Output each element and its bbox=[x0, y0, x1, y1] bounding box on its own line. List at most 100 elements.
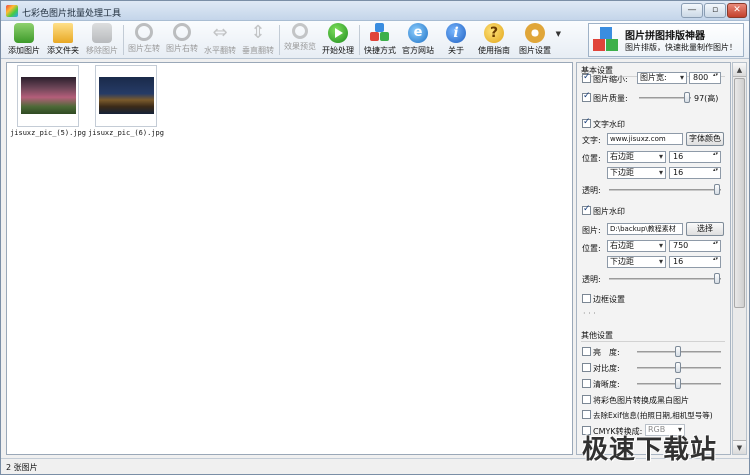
group-divider bbox=[581, 341, 725, 342]
sharpness-slider-handle[interactable] bbox=[675, 378, 681, 389]
scroll-up-icon[interactable]: ▲ bbox=[733, 63, 746, 77]
quality-label: 图片质量: bbox=[593, 94, 628, 103]
watermark-text-input[interactable]: www.jisuxz.com bbox=[607, 133, 683, 145]
brightness-slider-handle[interactable] bbox=[675, 346, 681, 357]
add-image-icon bbox=[14, 23, 34, 43]
image-watermark-checkbox[interactable] bbox=[582, 204, 591, 215]
flip-vertical-button[interactable]: 垂直翻转 bbox=[239, 22, 277, 58]
play-icon bbox=[328, 23, 348, 43]
shortcut-button[interactable]: 快捷方式 bbox=[361, 22, 399, 58]
promo-banner[interactable]: 图片拼图排版神器 图片排版，快速批量制作图片！ bbox=[588, 23, 744, 57]
text-watermark-title: 文字水印 bbox=[593, 120, 625, 129]
add-folder-button[interactable]: 添文件夹 bbox=[44, 22, 82, 58]
image-preview bbox=[99, 77, 154, 114]
select-image-button[interactable]: 选择 bbox=[686, 222, 724, 236]
font-color-button[interactable]: 字体颜色 bbox=[686, 132, 724, 146]
grayscale-label: 将彩色图片转换成黑白图片 bbox=[593, 396, 689, 405]
image-filename: jisuxz_pic_(6).jpg bbox=[88, 129, 164, 137]
website-button[interactable]: e 官方网站 bbox=[399, 22, 437, 58]
flip-horizontal-button[interactable]: 水平翻转 bbox=[201, 22, 239, 58]
website-label: 官方网站 bbox=[402, 46, 434, 55]
brightness-checkbox[interactable] bbox=[582, 347, 591, 356]
title-bar: 七彩色图片批量处理工具 — ▫ ✕ bbox=[1, 1, 749, 21]
flip-horizontal-icon bbox=[210, 23, 230, 43]
panel-scrollbar[interactable]: ▲ ▼ bbox=[732, 62, 747, 455]
rotate-left-label: 图片左转 bbox=[128, 44, 160, 53]
image-list[interactable]: jisuxz_pic_(5).jpg jisuxz_pic_(6).jpg bbox=[6, 62, 573, 455]
window-title: 七彩色图片批量处理工具 bbox=[22, 9, 122, 19]
image-v-anchor-select[interactable]: 下边距 bbox=[607, 256, 666, 268]
start-process-button[interactable]: 开始处理 bbox=[319, 22, 357, 58]
minimize-button[interactable]: — bbox=[681, 3, 703, 18]
text-label: 文字: bbox=[582, 136, 601, 145]
brightness-label: 亮 度: bbox=[593, 348, 620, 357]
image-thumbnail[interactable] bbox=[95, 65, 157, 127]
image-count-status: 2 张图片 bbox=[6, 463, 38, 472]
contrast-checkbox[interactable] bbox=[582, 363, 591, 372]
shortcut-label: 快捷方式 bbox=[364, 46, 396, 55]
text-h-anchor-select[interactable]: 右边距 bbox=[607, 151, 666, 163]
text-v-offset-input[interactable]: 16 bbox=[669, 167, 721, 179]
image-thumbnail[interactable] bbox=[17, 65, 79, 127]
rotate-right-button[interactable]: 图片右转 bbox=[163, 22, 201, 58]
border-checkbox[interactable] bbox=[582, 294, 591, 303]
info-icon: i bbox=[446, 23, 466, 43]
contrast-label: 对比度: bbox=[593, 364, 620, 373]
quality-checkbox[interactable] bbox=[582, 91, 591, 102]
text-v-anchor-select[interactable]: 下边距 bbox=[607, 167, 666, 179]
contrast-slider-handle[interactable] bbox=[675, 362, 681, 373]
scrollbar-thumb[interactable] bbox=[734, 78, 745, 308]
image-v-offset-input[interactable]: 16 bbox=[669, 256, 721, 268]
effect-preview-button[interactable]: 效果预览 bbox=[281, 22, 319, 58]
magnifier-icon bbox=[292, 23, 308, 39]
rotate-left-button[interactable]: 图片左转 bbox=[125, 22, 163, 58]
resize-checkbox[interactable] bbox=[582, 72, 591, 83]
guide-button[interactable]: ? 使用指南 bbox=[475, 22, 513, 58]
image-label: 图片: bbox=[582, 226, 601, 235]
effect-preview-label: 效果预览 bbox=[284, 42, 316, 51]
image-opacity-slider[interactable] bbox=[609, 278, 721, 280]
remove-image-icon bbox=[92, 23, 112, 43]
opacity-label: 透明: bbox=[582, 275, 601, 284]
watermark-image-path-input[interactable]: D:\backup\教程素材 bbox=[607, 223, 683, 235]
text-watermark-checkbox[interactable] bbox=[582, 117, 591, 128]
resize-label: 图片缩小: bbox=[593, 75, 628, 84]
remove-exif-checkbox[interactable] bbox=[582, 410, 591, 419]
image-h-anchor-select[interactable]: 右边距 bbox=[607, 240, 666, 252]
text-opacity-slider[interactable] bbox=[609, 189, 721, 191]
resize-mode-select[interactable]: 图片宽: bbox=[637, 72, 687, 84]
position-label: 位置: bbox=[582, 154, 601, 163]
flip-vertical-icon bbox=[248, 23, 268, 43]
folder-add-icon bbox=[53, 23, 73, 43]
scroll-down-icon[interactable]: ▼ bbox=[733, 440, 746, 454]
rotate-left-icon bbox=[135, 23, 153, 41]
flip-vertical-label: 垂直翻转 bbox=[242, 46, 274, 55]
text-h-offset-input[interactable]: 16 bbox=[669, 151, 721, 163]
about-label: 关于 bbox=[448, 46, 464, 55]
help-question-icon: ? bbox=[484, 23, 504, 43]
position-label: 位置: bbox=[582, 244, 601, 253]
app-logo-icon bbox=[6, 5, 18, 17]
promo-title: 图片拼图排版神器 bbox=[625, 31, 705, 42]
text-opacity-slider-handle[interactable] bbox=[714, 184, 720, 195]
image-opacity-slider-handle[interactable] bbox=[714, 273, 720, 284]
remove-image-button[interactable]: 移除图片 bbox=[83, 22, 121, 58]
toolbar-separator bbox=[123, 25, 124, 55]
remove-image-label: 移除图片 bbox=[86, 46, 118, 55]
gear-icon bbox=[525, 23, 545, 43]
settings-label: 图片设置 bbox=[519, 46, 551, 55]
image-h-offset-input[interactable]: 750 bbox=[669, 240, 721, 252]
grayscale-checkbox[interactable] bbox=[582, 395, 591, 404]
cube-logo-icon bbox=[593, 27, 619, 53]
remove-exif-label: 去除Exif信息(拍照日期,相机型号等) bbox=[593, 411, 713, 420]
other-settings-title: 其他设置 bbox=[581, 331, 613, 340]
sharpness-checkbox[interactable] bbox=[582, 379, 591, 388]
maximize-button[interactable]: ▫ bbox=[704, 3, 726, 18]
about-button[interactable]: i 关于 bbox=[437, 22, 475, 58]
add-image-button[interactable]: 添加图片 bbox=[5, 22, 43, 58]
settings-dropdown-button[interactable]: ▼ 图片设置 bbox=[515, 22, 561, 58]
resize-value-input[interactable]: 800 bbox=[689, 72, 721, 84]
quality-slider-handle[interactable] bbox=[684, 92, 690, 103]
close-button[interactable]: ✕ bbox=[727, 3, 747, 18]
collapsed-dots: · · · bbox=[583, 309, 596, 318]
